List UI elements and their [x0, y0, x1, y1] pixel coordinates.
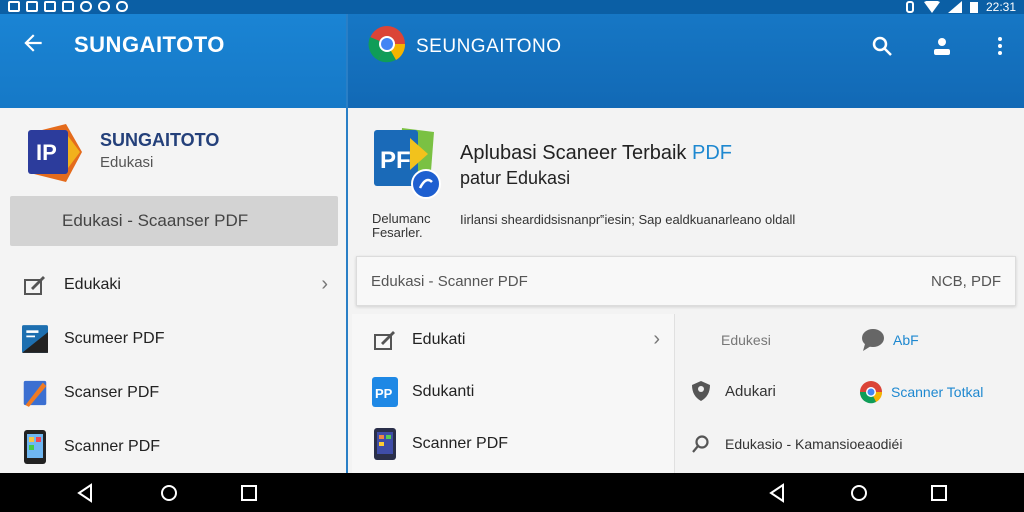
system-status-icons: 22:31: [904, 0, 1016, 14]
shield-icon: [692, 381, 710, 401]
detail-description: Iirlansi sheardidsisnanpr‟iesin; Sap eal…: [460, 212, 796, 227]
grid-item-label: AbF: [893, 332, 919, 348]
grid-item[interactable]: AbF: [859, 328, 919, 352]
phone-app-icon: [22, 430, 48, 464]
grid-item-label[interactable]: Edukesi: [721, 332, 771, 348]
chrome-icon: [859, 381, 883, 404]
related-grid: Edukesi AbF Adukari Scanner Totkal Eduka…: [674, 314, 1022, 473]
left-pane: SUNGAITOTO IP SUNGAITOTO Edukasi Edukasi…: [0, 14, 346, 473]
app-logo-text: IP: [36, 140, 57, 165]
navigation-bar: [0, 473, 1024, 512]
list-item-label: Scanser PDF: [64, 384, 160, 401]
category-button[interactable]: Edukasi - Scaanser PDF: [10, 196, 338, 246]
toolbar-title: SEUNGAITONO: [416, 36, 562, 57]
info-bar-label: Edukasi - Scanner PDF: [371, 272, 528, 290]
home-nav-icon[interactable]: [848, 482, 870, 504]
account-icon[interactable]: [930, 34, 954, 58]
pdf-app-icon: PP: [372, 377, 398, 407]
grid-row: Adukari Scanner Totkal: [675, 368, 1023, 420]
search-icon: [692, 435, 709, 453]
left-app-list: Edukaki › Scumeer PDF Scanser PDF Scanne…: [0, 258, 346, 474]
signal-icon: [947, 1, 962, 13]
recents-nav-icon[interactable]: [238, 482, 260, 504]
detail-title-pdf: PDF: [692, 142, 732, 164]
right-toolbar: SEUNGAITONO: [348, 14, 1024, 108]
detail-title-text: Aplubasi Scaneer Terbaik: [460, 142, 687, 164]
list-item[interactable]: Edukati ›: [352, 314, 674, 366]
scanner-app-icon: [22, 325, 48, 353]
info-bar[interactable]: Edukasi - Scanner PDF NCB, PDF: [356, 256, 1016, 306]
notification-icons: [8, 1, 128, 12]
detail-title: Aplubasi Scaneer Terbaik PDF: [460, 142, 732, 165]
battery-icon: [969, 2, 978, 13]
grid-item[interactable]: Adukari: [691, 380, 776, 402]
pencil-app-icon: [22, 380, 48, 407]
search-icon[interactable]: [870, 34, 894, 58]
notification-icon: [116, 1, 128, 12]
back-nav-icon[interactable]: [74, 482, 96, 504]
pdf-app-logo-icon: PF: [374, 128, 441, 199]
notification-icon: [8, 1, 20, 12]
edit-box-icon: [372, 327, 398, 353]
right-pane: SEUNGAITONO PF Aplubasi Scaneer Terbaik …: [346, 14, 1024, 473]
vibrate-icon: [905, 1, 914, 13]
list-item[interactable]: Scanner PDF: [0, 420, 346, 474]
list-item[interactable]: Edukaki ›: [0, 258, 346, 312]
chrome-logo-icon: [368, 26, 406, 63]
home-nav-icon[interactable]: [158, 482, 180, 504]
app-detail: PF Aplubasi Scaneer Terbaik PDF patur Ed…: [348, 108, 1024, 254]
app-card: IP SUNGAITOTO Edukasi Edukasi - Scaanser…: [0, 108, 346, 258]
chat-bubble-icon: [862, 329, 884, 351]
notification-icon: [80, 1, 92, 12]
more-vert-icon[interactable]: [988, 34, 1012, 58]
detail-side-text: Delumanc Fesarler.: [372, 212, 452, 240]
grid-item[interactable]: Scanner Totkal: [859, 380, 983, 404]
tablet-app-icon: [372, 428, 398, 460]
left-toolbar: SUNGAITOTO: [0, 14, 346, 108]
info-bar-meta: NCB, PDF: [930, 272, 1001, 290]
grid-item-label: Edukasio - Kamansioeaodiéi: [725, 436, 903, 452]
detail-side-line: Delumanc: [372, 211, 431, 226]
detail-subtitle: patur Edukasi: [460, 168, 571, 188]
app-logo-icon: IP: [28, 124, 82, 182]
notification-icon: [44, 1, 56, 12]
list-item-label: Scumeer PDF: [64, 330, 165, 347]
list-item-label: Edukati: [412, 331, 466, 348]
chevron-right-icon: ›: [321, 273, 328, 295]
grid-item-label: Scanner Totkal: [891, 384, 984, 400]
grid-item[interactable]: Edukasio - Kamansioeaodiéi: [691, 434, 902, 454]
status-bar: 22:31: [0, 0, 1024, 14]
detail-side-line: Fesarler.: [372, 225, 423, 240]
list-item[interactable]: PP Sdukanti: [352, 366, 674, 418]
right-app-list: Edukati › PP Sdukanti Scanner PDF: [352, 314, 674, 473]
list-item[interactable]: Scanner PDF: [352, 418, 674, 470]
wifi-icon: [923, 1, 940, 13]
grid-row: Edukasio - Kamansioeaodiéi: [675, 420, 1023, 472]
notification-icon: [98, 1, 110, 12]
chevron-right-icon: ›: [653, 328, 660, 350]
app-name: SUNGAITOTO: [100, 130, 220, 150]
recents-nav-icon[interactable]: [928, 482, 950, 504]
grid-item-label: Adukari: [725, 382, 776, 400]
list-item-label: Scanner PDF: [64, 438, 161, 455]
list-item-label: Sdukanti: [412, 383, 475, 400]
toolbar-title: SUNGAITOTO: [74, 32, 225, 57]
pdf-logo-text: PF: [380, 147, 411, 174]
notification-icon: [62, 1, 74, 12]
list-item-label: Scanner PDF: [412, 435, 509, 452]
list-item[interactable]: Scumeer PDF: [0, 312, 346, 366]
list-item-label: Edukaki: [64, 276, 121, 293]
back-nav-icon[interactable]: [766, 482, 788, 504]
back-arrow-icon[interactable]: [20, 30, 46, 56]
clock: 22:31: [985, 0, 1016, 14]
pdf-app-icon-text: PP: [375, 386, 393, 401]
edit-box-icon: [22, 272, 48, 298]
list-item[interactable]: Scanser PDF: [0, 366, 346, 420]
app-category: Edukasi: [100, 154, 154, 171]
grid-row: Edukesi AbF: [675, 316, 1023, 368]
notification-icon: [26, 1, 38, 12]
